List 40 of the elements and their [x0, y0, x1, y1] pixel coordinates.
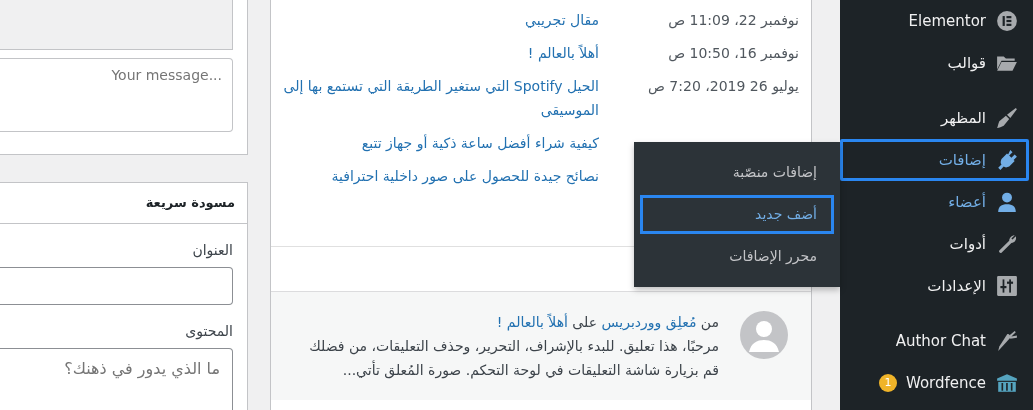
post-date: نوفمبر 16، 10:50 ص — [667, 44, 799, 64]
comment-excerpt: مرحبًا، هذا تعليق. للبدء بالإشراف، التحرير، وحذف التعليقات، من فضلك قم بزيارة شاشة التعليقات في لوحة التحكم. صورة المُعلق تأتي... — [308, 337, 719, 381]
circle-logo-icon — [996, 10, 1018, 32]
sliders-icon — [996, 275, 1018, 297]
menu-item[interactable]: المظهر — [840, 97, 1029, 139]
post-link[interactable]: نصائح جيدة للحصول على صور داخلية احترافية — [331, 164, 599, 188]
title-field[interactable] — [0, 266, 233, 305]
avatar — [739, 310, 789, 360]
menu-item[interactable]: Elementor — [840, 0, 1029, 42]
wrench-icon — [996, 233, 1018, 255]
menu-item[interactable]: أعضاء — [840, 181, 1029, 223]
count-badge: 1 — [878, 374, 897, 392]
paintbrush-icon — [996, 107, 1018, 129]
menu-item[interactable]: Author Chat — [840, 320, 1029, 362]
post-link[interactable]: مقال تجريبي — [525, 8, 599, 32]
message-field[interactable]: Your message... — [0, 58, 233, 132]
post-link[interactable]: أهلاً بالعالم ! — [527, 41, 599, 65]
post-link[interactable]: الحيل Spotify التي ستغير الطريقة التي تستمع بها إلى الموسيقى — [283, 74, 599, 122]
comment-meta: من مُعلِق ووردبريس على أهلاً بالعالم ! — [495, 312, 719, 333]
post-link[interactable]: أهلاً بالعالم ! — [496, 314, 568, 330]
menu-item[interactable]: أدوات — [840, 223, 1029, 265]
content-field[interactable]: ما الذي يدور في ذهنك؟ — [0, 347, 233, 410]
submenu-item[interactable]: إضافات منصّبة — [640, 153, 834, 192]
user-icon — [996, 191, 1018, 213]
menu-item[interactable]: الإعدادات — [840, 265, 1029, 307]
plug-icon — [996, 149, 1018, 171]
author-link[interactable]: مُعلِق ووردبريس — [601, 314, 697, 330]
card-title: مسودة سريعة — [0, 183, 247, 224]
post-link[interactable]: كيفية شراء أفضل ساعة ذكية أو جهاز تتبع — [361, 131, 599, 155]
menu-item[interactable]: إضافات — [840, 139, 1029, 181]
post-date: نوفمبر 22، 11:09 ص — [667, 11, 799, 31]
field-label: العنوان — [191, 240, 233, 261]
building-icon — [996, 372, 1018, 394]
menu-item[interactable]: قوالب — [840, 42, 1029, 84]
post-date: يوليو 26 2019، 7:20 ص — [646, 77, 799, 97]
submenu-item[interactable]: محرر الإضافات — [640, 237, 834, 276]
submenu-item[interactable]: أضف جديد — [640, 195, 834, 234]
menu-item[interactable]: Wordfence — [902, 362, 1029, 404]
carrot-icon — [996, 330, 1018, 352]
field-label: المحتوى — [184, 321, 233, 342]
